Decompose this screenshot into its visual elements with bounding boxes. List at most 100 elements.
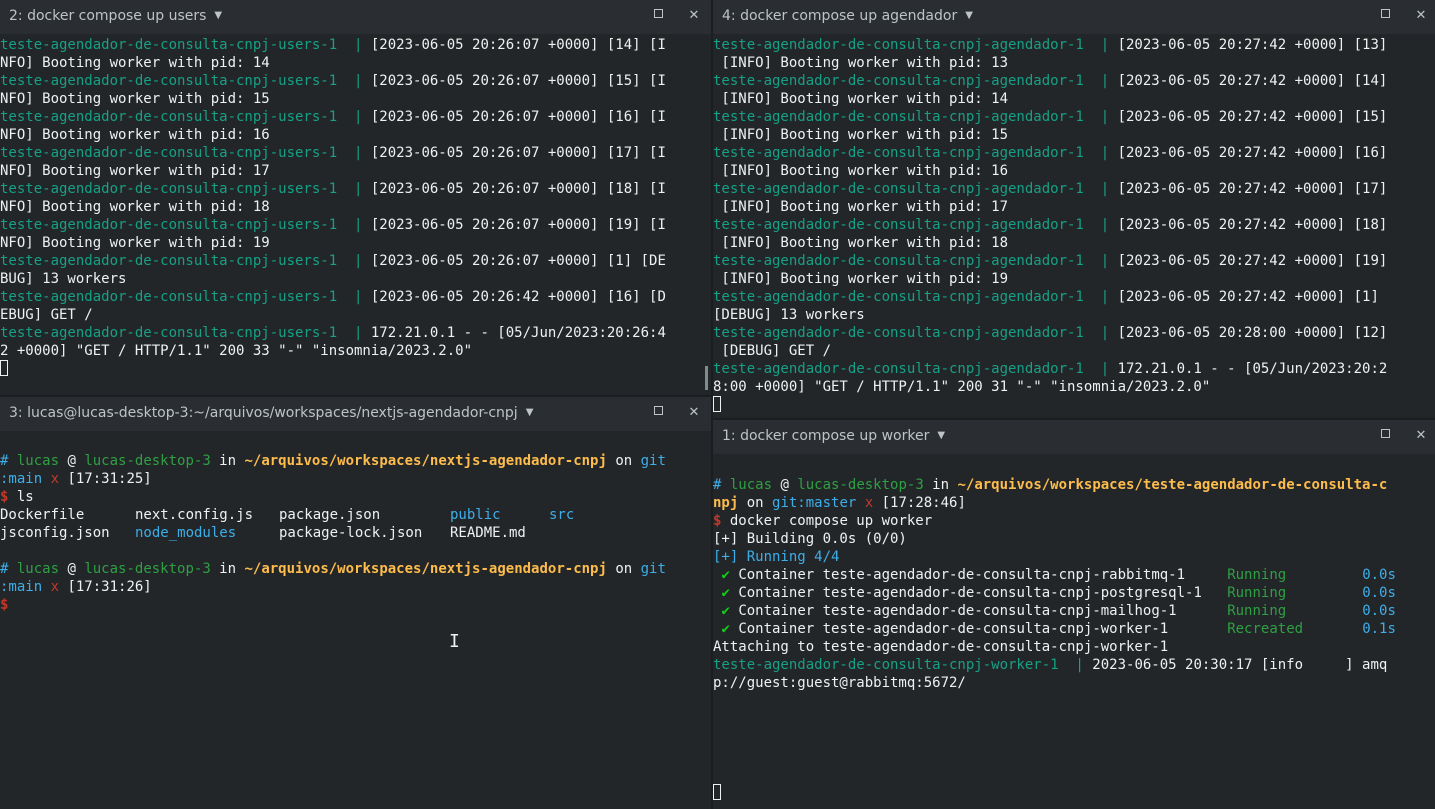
log-line: teste-agendador-de-consulta-cnpj-agendad… bbox=[713, 109, 1388, 125]
input-line[interactable] bbox=[0, 360, 711, 378]
check-icon: ✔ bbox=[721, 621, 730, 637]
terminal-cursor bbox=[713, 396, 721, 412]
close-icon: ✕ bbox=[1415, 428, 1427, 443]
container-status-row: ✔ Container teste-agendador-de-consulta-… bbox=[721, 585, 1396, 601]
prompt-line: :main x [17:31:25] bbox=[0, 471, 152, 487]
log-line: [INFO] Booting worker with pid: 17 bbox=[713, 199, 1009, 215]
pane-titlebar: 1: docker compose up worker ▼ ✕ bbox=[713, 420, 1435, 454]
log-line: teste-agendador-de-consulta-cnpj-users-1… bbox=[0, 325, 666, 341]
close-button[interactable]: ✕ bbox=[685, 404, 703, 422]
log-line: [INFO] Booting worker with pid: 15 bbox=[713, 127, 1009, 143]
terminal-pane-users[interactable]: 2: docker compose up users ▼ ✕ teste-agen… bbox=[0, 0, 711, 395]
log-line: teste-agendador-de-consulta-cnpj-agendad… bbox=[713, 361, 1388, 377]
prompt-line: # lucas @ lucas-desktop-3 in ~/arquivos/… bbox=[0, 561, 666, 577]
maximize-button[interactable] bbox=[1376, 427, 1394, 445]
scrollbar[interactable] bbox=[705, 366, 708, 390]
pane-title[interactable]: 3: lucas@lucas-desktop-3:~/arquivos/work… bbox=[9, 405, 533, 421]
pane-title[interactable]: 1: docker compose up worker ▼ bbox=[722, 428, 945, 444]
terminal-output[interactable]: teste-agendador-de-consulta-cnpj-users-1… bbox=[0, 36, 711, 395]
log-line: teste-agendador-de-consulta-cnpj-users-1… bbox=[0, 37, 666, 53]
log-line: teste-agendador-de-consulta-cnpj-agendad… bbox=[713, 37, 1388, 53]
log-line: teste-agendador-de-consulta-cnpj-agendad… bbox=[713, 217, 1388, 233]
prompt-line: # lucas @ lucas-desktop-3 in ~/arquivos/… bbox=[0, 453, 666, 469]
pane-titlebar: 3: lucas@lucas-desktop-3:~/arquivos/work… bbox=[0, 397, 711, 431]
log-line: NFO] Booting worker with pid: 17 bbox=[0, 163, 270, 179]
log-line: teste-agendador-de-consulta-cnpj-agendad… bbox=[713, 289, 1379, 305]
log-line: teste-agendador-de-consulta-cnpj-agendad… bbox=[713, 325, 1388, 341]
terminal-cursor bbox=[713, 784, 721, 800]
terminal-output[interactable]: # lucas @ lucas-desktop-3 in ~/arquivos/… bbox=[0, 452, 711, 809]
pane-title[interactable]: 4: docker compose up agendador ▼ bbox=[722, 8, 973, 24]
log-line: teste-agendador-de-consulta-cnpj-users-1… bbox=[0, 73, 666, 89]
maximize-button[interactable] bbox=[649, 404, 667, 422]
close-icon: ✕ bbox=[688, 8, 700, 23]
text-cursor-icon: I bbox=[449, 631, 460, 652]
log-line: teste-agendador-de-consulta-cnpj-agendad… bbox=[713, 145, 1388, 161]
maximize-icon bbox=[1380, 9, 1390, 18]
chevron-down-icon[interactable]: ▼ bbox=[937, 430, 945, 441]
terminal-output[interactable]: teste-agendador-de-consulta-cnpj-agendad… bbox=[713, 36, 1435, 418]
log-line: [INFO] Booting worker with pid: 14 bbox=[713, 91, 1009, 107]
log-line: teste-agendador-de-consulta-cnpj-users-1… bbox=[0, 217, 666, 233]
pane-titlebar: 2: docker compose up users ▼ ✕ bbox=[0, 0, 711, 34]
log-line: teste-agendador-de-consulta-cnpj-users-1… bbox=[0, 181, 666, 197]
log-line: p://guest:guest@rabbitmq:5672/ bbox=[713, 675, 966, 691]
log-line: teste-agendador-de-consulta-cnpj-users-1… bbox=[0, 109, 666, 125]
terminal-pane-shell[interactable]: 3: lucas@lucas-desktop-3:~/arquivos/work… bbox=[0, 397, 711, 809]
log-line: NFO] Booting worker with pid: 14 bbox=[0, 55, 270, 71]
log-line: NFO] Booting worker with pid: 19 bbox=[0, 235, 270, 251]
log-line: [INFO] Booting worker with pid: 18 bbox=[713, 235, 1009, 251]
terminal-pane-agendador[interactable]: 4: docker compose up agendador ▼ ✕ teste-… bbox=[713, 0, 1435, 418]
log-line: NFO] Booting worker with pid: 16 bbox=[0, 127, 270, 143]
terminal-pane-worker[interactable]: 1: docker compose up worker ▼ ✕ # lucas @… bbox=[713, 420, 1435, 809]
log-line: [INFO] Booting worker with pid: 13 bbox=[713, 55, 1009, 71]
command-line: $ ls bbox=[0, 489, 34, 505]
pane-divider-horizontal[interactable] bbox=[713, 418, 1435, 420]
pane-divider-horizontal[interactable] bbox=[0, 395, 711, 397]
container-status-row: ✔ Container teste-agendador-de-consulta-… bbox=[721, 567, 1396, 583]
pane-divider-vertical[interactable] bbox=[711, 0, 713, 809]
log-line: teste-agendador-de-consulta-cnpj-agendad… bbox=[713, 181, 1388, 197]
container-status-row: ✔ Container teste-agendador-de-consulta-… bbox=[721, 621, 1396, 637]
input-line[interactable]: $ bbox=[0, 596, 711, 614]
chevron-down-icon[interactable]: ▼ bbox=[526, 407, 534, 418]
running-line: [+] Running 4/4 bbox=[713, 549, 840, 565]
pane-title[interactable]: 2: docker compose up users ▼ bbox=[9, 8, 222, 24]
check-icon: ✔ bbox=[721, 585, 730, 601]
terminal-output[interactable]: # lucas @ lucas-desktop-3 in ~/arquivos/… bbox=[713, 476, 1435, 809]
log-line: [INFO] Booting worker with pid: 19 bbox=[713, 271, 1009, 287]
prompt-line: # lucas @ lucas-desktop-3 in ~/arquivos/… bbox=[713, 477, 1388, 493]
log-line: teste-agendador-de-consulta-cnpj-users-1… bbox=[0, 145, 666, 161]
log-line: teste-agendador-de-consulta-cnpj-users-1… bbox=[0, 289, 666, 305]
log-line: [INFO] Booting worker with pid: 16 bbox=[713, 163, 1009, 179]
check-icon: ✔ bbox=[721, 603, 730, 619]
close-button[interactable]: ✕ bbox=[1412, 427, 1430, 445]
ls-row: Dockerfile next.config.js package.json publ… bbox=[0, 507, 575, 523]
chevron-down-icon[interactable]: ▼ bbox=[965, 10, 973, 21]
maximize-icon bbox=[1380, 429, 1390, 438]
log-line: teste-agendador-de-consulta-cnpj-users-1… bbox=[0, 253, 666, 269]
close-icon: ✕ bbox=[688, 405, 700, 420]
close-button[interactable]: ✕ bbox=[1412, 7, 1430, 25]
log-line: EBUG] GET / bbox=[0, 307, 93, 323]
maximize-button[interactable] bbox=[649, 7, 667, 25]
log-line: [DEBUG] 13 workers bbox=[713, 307, 865, 323]
maximize-button[interactable] bbox=[1376, 7, 1394, 25]
log-line: NFO] Booting worker with pid: 15 bbox=[0, 91, 270, 107]
command-line: $ docker compose up worker bbox=[713, 513, 933, 529]
terminal-cursor bbox=[0, 360, 8, 376]
ls-row: jsconfig.json node_modules package-lock.js… bbox=[0, 525, 526, 541]
log-line: NFO] Booting worker with pid: 18 bbox=[0, 199, 270, 215]
prompt-line: :main x [17:31:26] bbox=[0, 579, 152, 595]
log-line: [DEBUG] GET / bbox=[713, 343, 832, 359]
log-line: 8:00 +0000] "GET / HTTP/1.1" 200 31 "-" … bbox=[713, 379, 1211, 395]
input-line[interactable] bbox=[713, 396, 1435, 414]
chevron-down-icon[interactable]: ▼ bbox=[214, 10, 222, 21]
pane-titlebar: 4: docker compose up agendador ▼ ✕ bbox=[713, 0, 1435, 34]
log-line: teste-agendador-de-consulta-cnpj-worker-… bbox=[713, 657, 1388, 673]
check-icon: ✔ bbox=[721, 567, 730, 583]
prompt-line: npj on git:master x [17:28:46] bbox=[713, 495, 966, 511]
log-line: teste-agendador-de-consulta-cnpj-agendad… bbox=[713, 253, 1388, 269]
close-icon: ✕ bbox=[1415, 8, 1427, 23]
close-button[interactable]: ✕ bbox=[685, 7, 703, 25]
